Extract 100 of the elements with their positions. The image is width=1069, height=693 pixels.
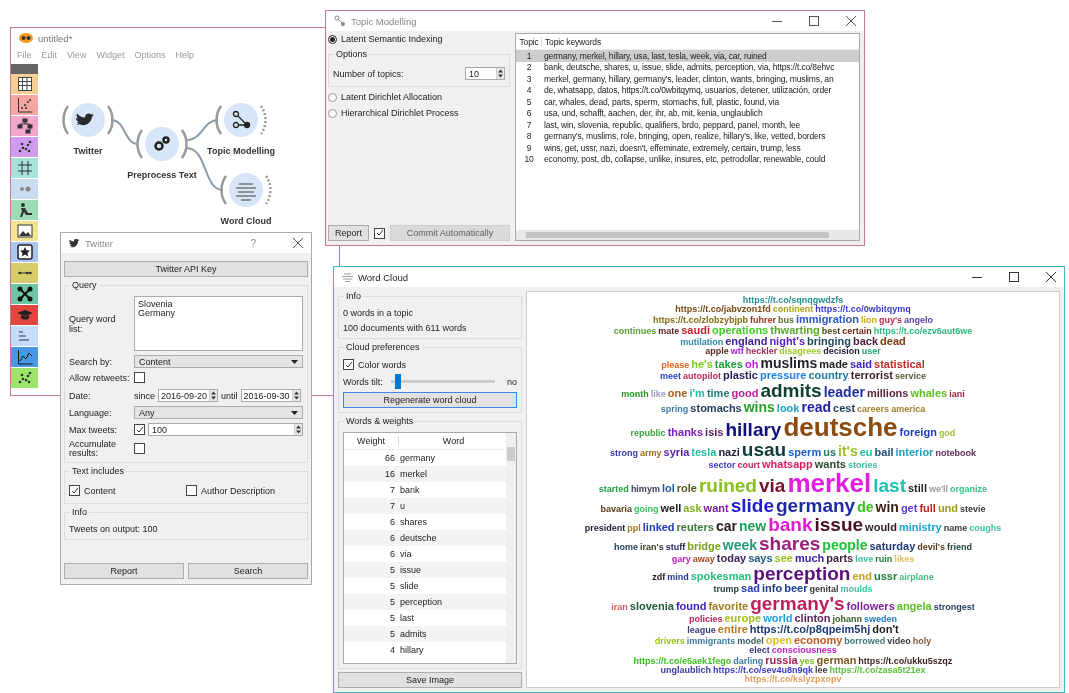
cloud-word: bridge xyxy=(687,540,721,552)
bird-node-icon[interactable] xyxy=(62,103,114,137)
maximize-icon[interactable] xyxy=(1009,272,1019,282)
column-header[interactable]: Topic xyxy=(516,37,542,47)
cloud-word: autopilot xyxy=(683,371,722,381)
checkbox[interactable] xyxy=(134,424,145,435)
category-button[interactable] xyxy=(11,200,38,221)
help-button[interactable]: ? xyxy=(250,237,256,249)
radio-label[interactable]: Latent Semantic Indexing xyxy=(341,34,443,44)
category-button[interactable] xyxy=(11,137,38,158)
radio-button[interactable] xyxy=(328,108,337,118)
cloud-word: dead xyxy=(880,335,906,347)
cloud-word: found xyxy=(675,600,707,612)
cloud-word: merkel xyxy=(787,469,872,496)
table-cell-text: 66 xyxy=(384,453,396,463)
table-cell-text: 6 xyxy=(389,549,396,559)
cloud-word: leader xyxy=(823,384,865,399)
query-field[interactable]: Slovenia Germany xyxy=(134,296,303,351)
cloud-word: unglaublich xyxy=(660,665,711,675)
column-header[interactable]: Weight xyxy=(344,436,399,446)
radio-button[interactable] xyxy=(328,34,337,44)
max-tweets-field[interactable]: 100 xyxy=(148,423,303,436)
table-row[interactable]: 9 wins, get, ussr, nazi, doesn't, effeminate, extremely, certain, trump, less xyxy=(516,142,859,154)
cloud-word: issue xyxy=(814,514,864,534)
dialog-button[interactable]: Report xyxy=(64,563,184,579)
cloud-word: continues xyxy=(613,326,657,336)
gears-node-icon[interactable] xyxy=(136,127,188,161)
category-button[interactable] xyxy=(11,368,38,389)
topic-node-icon[interactable] xyxy=(215,103,267,137)
search-by-dropdown[interactable]: Content xyxy=(134,355,303,368)
category-button[interactable] xyxy=(11,74,38,95)
cloud-word: entire xyxy=(717,623,748,635)
radio-button[interactable] xyxy=(328,92,337,102)
cloud-word: bus xyxy=(777,315,794,325)
table-cell-text: de, whatsapp, datos, https://t.co/0wbitqymq, usuarios, detener, utilización, order xyxy=(543,85,832,96)
category-button[interactable] xyxy=(11,221,38,242)
checkbox[interactable] xyxy=(69,485,80,496)
checkbox[interactable] xyxy=(134,442,145,454)
table-row[interactable]: 4 de, whatsapp, datos, https://t.co/0wbitqymq, usuarios, detener, utilización, order xyxy=(516,84,859,96)
category-button[interactable] xyxy=(11,158,38,179)
category-button[interactable] xyxy=(11,347,38,368)
checkbox-label[interactable]: Color words xyxy=(358,359,406,370)
spin-arrows-icon[interactable] xyxy=(209,390,217,401)
category-button[interactable] xyxy=(11,95,38,116)
column-header[interactable]: Topic keywords xyxy=(542,37,601,47)
cloud-word: full xyxy=(919,502,936,514)
category-button[interactable] xyxy=(11,284,38,305)
report-button[interactable]: Report xyxy=(328,225,369,241)
radio-label[interactable]: Hierarchical Dirichlet Process xyxy=(341,108,459,118)
cloud-word: thwarting xyxy=(770,324,820,336)
scrollbar[interactable] xyxy=(516,230,859,240)
checkbox[interactable] xyxy=(343,359,354,370)
spin-arrows-icon[interactable] xyxy=(294,424,302,435)
checkbox[interactable] xyxy=(186,485,197,496)
regenerate-button[interactable]: Regenerate word cloud xyxy=(343,392,517,408)
dialog-button[interactable]: Search xyxy=(188,563,308,579)
spin-arrows-icon[interactable] xyxy=(291,390,300,401)
table-cell-text: 10 xyxy=(523,154,535,165)
table-row[interactable]: 7 last, win, slovenia, republic, qualifiers, brdo, peppard, panel, month, lee xyxy=(516,119,859,131)
checkbox-label[interactable]: Content xyxy=(84,485,116,496)
table-row[interactable]: 5 car, whales, dead, parts, sperm, stomachs, full, plastic, found, via xyxy=(516,96,859,108)
table-row[interactable]: 3 merkel, germany, hillary, germany's, leader, clinton, wants, bringing, muslims, an xyxy=(516,73,859,85)
group-title: Text includes xyxy=(70,466,127,476)
language-dropdown[interactable]: Any xyxy=(134,406,303,419)
category-button[interactable] xyxy=(11,263,38,284)
table-row[interactable]: 2 bank, deutsche, shares, u, issue, slide, admits, perception, via, https://t.co/8ehvc xyxy=(516,61,859,73)
number-spinbox[interactable]: 10 xyxy=(465,67,505,80)
slider-handle[interactable] xyxy=(395,374,401,389)
api-key-button[interactable]: Twitter API Key xyxy=(64,261,308,277)
close-icon[interactable] xyxy=(1046,272,1056,282)
spin-arrows-icon[interactable] xyxy=(496,68,504,79)
table-row[interactable]: 10 economy, post, db, collapse, unlike, insures, etc, petrodollar, renewable, could xyxy=(516,153,859,165)
table-row[interactable]: 1 germany, merkel, hillary, usa, last, tesla, week, via, car, ruined xyxy=(516,50,859,62)
cloud-word: https://t.co/e5aek1fego xyxy=(633,656,732,666)
node-label[interactable]: Preprocess Text xyxy=(127,170,197,180)
cloud-node-icon[interactable] xyxy=(220,173,272,207)
close-icon[interactable] xyxy=(293,238,303,248)
maximize-icon[interactable] xyxy=(809,16,819,26)
category-button[interactable] xyxy=(11,305,38,326)
checkbox-label[interactable]: Author Description xyxy=(201,485,276,496)
column-header[interactable]: Word xyxy=(399,436,506,446)
category-button[interactable] xyxy=(11,242,38,263)
radio-label[interactable]: Latent Dirichlet Allocation xyxy=(341,92,443,102)
table-row[interactable]: 8 germany's, muslims, role, bringing, open, realize, hillary's, like, vetted, borders xyxy=(516,130,859,142)
date-field[interactable]: 2016-09-20 xyxy=(158,389,218,402)
checkbox[interactable] xyxy=(134,372,145,383)
scrollbar[interactable] xyxy=(506,433,516,663)
category-button[interactable] xyxy=(11,116,38,137)
node-label[interactable]: Twitter xyxy=(73,146,103,156)
checkbox[interactable] xyxy=(374,227,385,239)
node-label[interactable]: Topic Modelling xyxy=(207,146,275,156)
cloud-word: want xyxy=(703,502,729,514)
date-field[interactable]: 2016-09-30 xyxy=(240,389,301,402)
table-cell-text: 8 xyxy=(525,131,533,142)
cloud-word: linked xyxy=(642,521,675,533)
table-row[interactable]: 6 usa, und, schafft, aachen, der, ihr, ab, mit, kenia, unglaublich xyxy=(516,107,859,119)
save-image-button[interactable]: Save Image xyxy=(338,672,522,688)
cloud-word: perception xyxy=(753,563,851,583)
close-icon[interactable] xyxy=(846,16,856,26)
node-label[interactable]: Word Cloud xyxy=(220,216,272,226)
